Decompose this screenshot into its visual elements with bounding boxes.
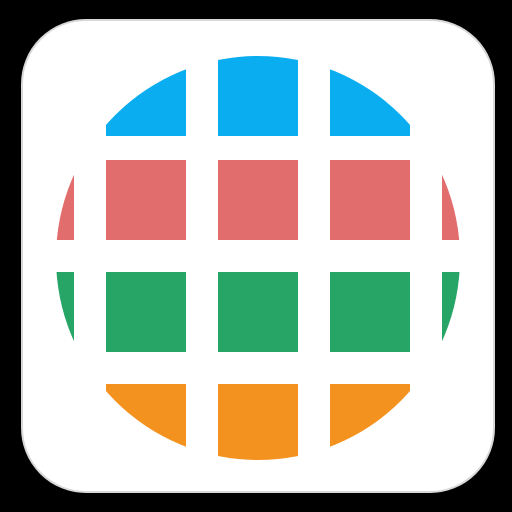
lower-middle-row-cell-4 <box>330 272 410 352</box>
top-row-cell-2 <box>218 56 298 136</box>
upper-middle-row-cell-3 <box>218 160 298 240</box>
app-icon[interactable] <box>0 0 512 512</box>
bottom-row-cell-2 <box>218 384 298 460</box>
upper-middle-row-cell-2 <box>106 160 186 240</box>
lower-middle-row-cell-3 <box>218 272 298 352</box>
icon-stage <box>0 0 512 512</box>
upper-middle-row-cell-4 <box>330 160 410 240</box>
lower-middle-row-cell-2 <box>106 272 186 352</box>
